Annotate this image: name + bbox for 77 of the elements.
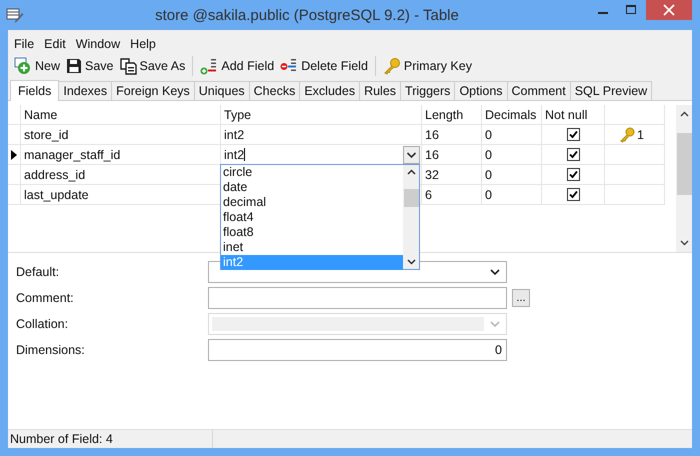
table-cell: 16 — [422, 125, 482, 145]
row-header-cell[interactable] — [8, 185, 21, 205]
tab[interactable]: SQL Preview — [570, 81, 652, 100]
tab[interactable]: Triggers — [400, 81, 456, 100]
input-field[interactable]: 0 — [208, 339, 507, 361]
status-text: Number of Field: 4 — [8, 430, 213, 448]
column-header — [605, 105, 665, 125]
field-label: Default: — [16, 265, 60, 279]
table-cell: 0 — [482, 145, 542, 165]
ellipsis-button[interactable]: ... — [512, 289, 530, 307]
dropdown-option[interactable]: float8 — [221, 225, 403, 240]
menu-item[interactable]: File — [8, 37, 38, 51]
current-row-icon — [11, 150, 17, 160]
input-field[interactable] — [208, 287, 507, 309]
table-cell: 32 — [422, 165, 482, 185]
dropdown-option[interactable]: float4 — [221, 210, 403, 225]
toolbar-button[interactable]: New — [11, 55, 64, 77]
scroll-down-icon[interactable] — [680, 240, 688, 246]
field-label: Dimensions: — [16, 343, 86, 357]
corner-cell — [8, 105, 21, 125]
scroll-up-icon[interactable] — [406, 169, 416, 175]
scroll-thumb[interactable] — [676, 133, 692, 195]
table-cell: 16 — [422, 145, 482, 165]
scroll-down-icon[interactable] — [406, 259, 416, 265]
table-cell: 0 — [482, 185, 542, 205]
dropdown-option[interactable]: decimal — [221, 195, 403, 210]
row-header-cell[interactable] — [8, 165, 21, 185]
column-header: Name — [21, 105, 221, 125]
scrollbar[interactable] — [403, 165, 419, 269]
checkbox[interactable] — [566, 168, 580, 181]
checkbox[interactable] — [566, 188, 580, 201]
window-title: store @sakila.public (PostgreSQL 9.2) - Table — [154, 6, 460, 24]
checkbox[interactable] — [566, 128, 580, 141]
dropdown-chevron-icon[interactable] — [403, 146, 420, 164]
field-label: Collation: — [16, 317, 70, 331]
toolbar-button[interactable]: Save — [63, 55, 117, 77]
copy-documents-icon — [120, 58, 137, 74]
tab[interactable]: Uniques — [194, 81, 250, 100]
menu-item[interactable]: Help — [124, 37, 160, 51]
close-icon[interactable] — [646, 0, 692, 20]
dropdown-option[interactable]: circle — [221, 165, 403, 180]
tab[interactable]: Foreign Keys — [111, 81, 195, 100]
type-combo[interactable]: int2 — [221, 146, 246, 164]
column-header: Type — [221, 105, 422, 125]
key-icon — [619, 126, 635, 142]
column-header: Length — [422, 105, 482, 125]
checkbox[interactable] — [566, 148, 580, 161]
column-header: Not null — [542, 105, 605, 125]
dropdown-option[interactable]: date — [221, 180, 403, 195]
plus-document-icon — [14, 57, 32, 75]
scrollbar[interactable] — [676, 105, 692, 252]
row-header-cell[interactable] — [8, 145, 21, 165]
toolbar-button[interactable]: Primary Key — [380, 55, 475, 77]
table-cell: manager_staff_id — [21, 145, 221, 165]
tab[interactable]: Fields — [10, 80, 60, 101]
tab[interactable]: Options — [454, 81, 508, 100]
toolbar-button[interactable]: Save As — [116, 55, 188, 77]
dropdown-option[interactable]: inet — [221, 240, 403, 255]
menu-item[interactable]: Edit — [38, 37, 70, 51]
table-pencil-icon — [6, 7, 24, 23]
field-label: Comment: — [16, 291, 75, 305]
scroll-thumb[interactable] — [404, 189, 418, 207]
row-header-cell[interactable] — [8, 125, 21, 145]
table-cell: 6 — [422, 185, 482, 205]
toolbar-button[interactable]: Delete Field — [277, 55, 371, 77]
table-cell: 1 — [605, 125, 665, 145]
scroll-up-icon[interactable] — [680, 111, 688, 117]
menu-item[interactable]: Window — [70, 37, 124, 51]
chevron-down-icon[interactable] — [490, 268, 500, 276]
table-cell: store_id — [21, 125, 221, 145]
add-field-icon — [200, 57, 218, 75]
table-cell: 0 — [482, 125, 542, 145]
toolbar-button[interactable]: Add Field — [197, 55, 278, 77]
table-cell: 0 — [482, 165, 542, 185]
key-icon — [382, 57, 401, 75]
column-header: Decimals — [482, 105, 542, 125]
table-cell: int2 — [221, 125, 422, 145]
